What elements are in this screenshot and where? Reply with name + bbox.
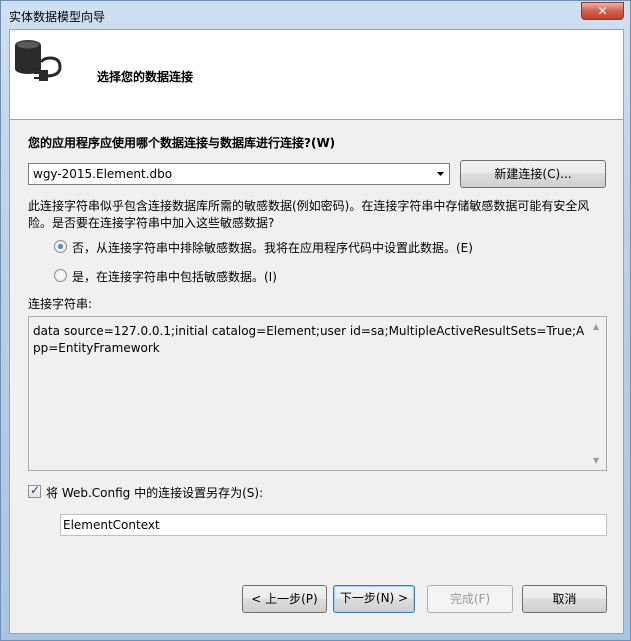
next-button[interactable]: 下一步(N) > xyxy=(333,585,415,613)
cancel-button[interactable]: 取消 xyxy=(522,585,607,613)
wizard-header: 选择您的数据连接 xyxy=(10,30,623,120)
connection-string-box[interactable]: data source=127.0.0.1;initial catalog=El… xyxy=(28,316,607,471)
finish-button[interactable]: 完成(F) xyxy=(427,585,513,613)
close-button[interactable]: ✕ xyxy=(581,2,624,20)
context-name-value: ElementContext xyxy=(63,518,160,532)
connection-string-text: data source=127.0.0.1;initial catalog=El… xyxy=(33,324,585,355)
database-plug-icon xyxy=(15,40,62,81)
back-button[interactable]: < 上一步(P) xyxy=(242,585,327,613)
include-sensitive-radio[interactable] xyxy=(54,269,67,282)
connection-question: 您的应用程序应使用哪个数据连接与数据库进行连接?(W) xyxy=(28,136,336,150)
wizard-body: 选择您的数据连接 您的应用程序应使用哪个数据连接与数据库进行连接?(W) wgy… xyxy=(9,29,624,634)
include-sensitive-label: 是，在连接字符串中包括敏感数据。(I) xyxy=(72,270,277,284)
window-title: 实体数据模型向导 xyxy=(9,10,106,24)
new-connection-button[interactable]: 新建连接(C)... xyxy=(460,160,606,188)
wizard-window: 实体数据模型向导 ✕ 选择您的数据连接 您的应用程序应使用哪个数据连接与数据库进… xyxy=(0,0,631,641)
close-icon: ✕ xyxy=(597,4,608,18)
exclude-sensitive-radio[interactable] xyxy=(54,240,67,253)
vertical-scrollbar[interactable]: ▲ ▼ xyxy=(589,317,606,470)
connection-dropdown[interactable]: wgy-2015.Element.dbo xyxy=(28,163,450,185)
scroll-down-icon[interactable]: ▼ xyxy=(593,456,599,465)
connection-selected-value: wgy-2015.Element.dbo xyxy=(33,167,173,181)
save-config-checkbox[interactable]: ✓ xyxy=(28,483,41,498)
connection-string-label: 连接字符串: xyxy=(28,297,93,311)
checkmark-icon: ✓ xyxy=(30,483,41,497)
title-bar: 实体数据模型向导 ✕ xyxy=(1,1,630,29)
sensitive-data-warning: 此连接字符串似乎包含连接数据库所需的敏感数据(例如密码)。在连接字符串中存储敏感… xyxy=(28,199,590,230)
exclude-sensitive-label: 否，从连接字符串中排除敏感数据。我将在应用程序代码中设置此数据。(E) xyxy=(72,241,473,255)
page-title: 选择您的数据连接 xyxy=(97,70,194,84)
scroll-up-icon[interactable]: ▲ xyxy=(593,322,599,331)
save-config-label: 将 Web.Config 中的连接设置另存为(S): xyxy=(46,486,264,500)
context-name-input[interactable]: ElementContext xyxy=(60,514,607,536)
chevron-down-icon xyxy=(437,172,444,176)
